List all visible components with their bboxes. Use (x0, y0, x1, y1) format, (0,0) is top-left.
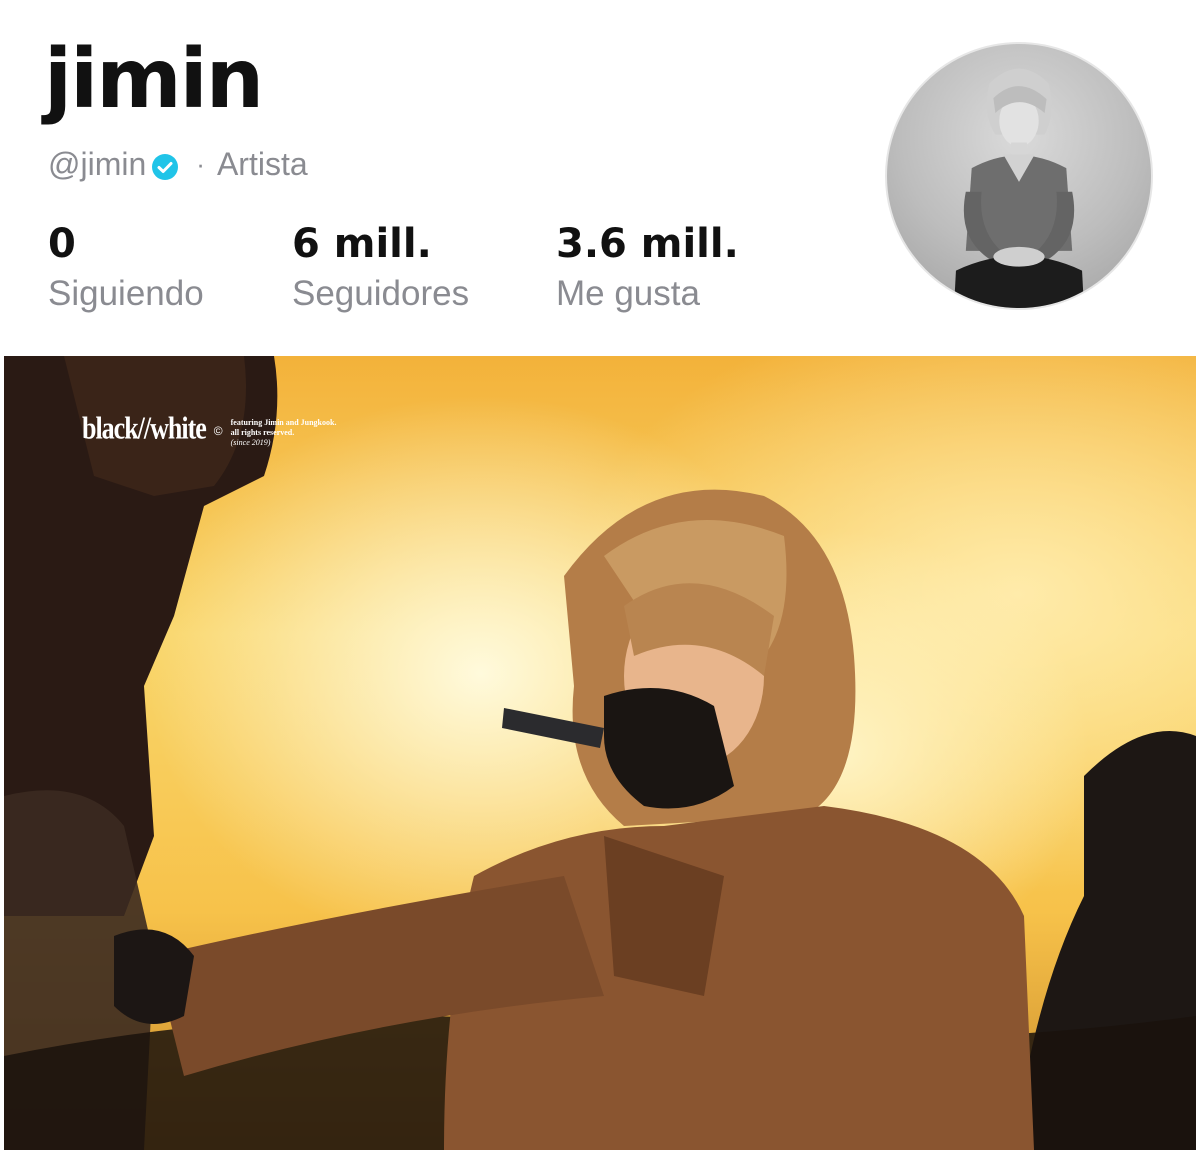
stat-likes[interactable]: 3.6 mill. Me gusta (556, 218, 739, 316)
profile-stats: 0 Siguiendo 6 mill. Seguidores 3.6 mill.… (0, 218, 900, 318)
watermark-line: (since 2019) (230, 438, 271, 447)
profile-header: jimin @jimin · Artista 0 Siguiendo 6 mil… (0, 0, 1200, 352)
stat-label: Seguidores (292, 274, 470, 313)
stat-followers[interactable]: 6 mill. Seguidores (292, 218, 469, 316)
avatar-portrait-image (953, 68, 1085, 308)
separator-dot: · (196, 148, 205, 179)
verified-check-icon (152, 151, 179, 180)
profile-display-name: jimin (44, 32, 264, 127)
stat-label: Siguiendo (48, 274, 204, 313)
handle-row: @jimin · Artista (48, 142, 308, 186)
stat-value: 3.6 mill. (556, 221, 739, 267)
concert-photo-image (4, 356, 1196, 1150)
watermark-credits: featuring Jimin and Jungkook. all rights… (231, 418, 337, 448)
watermark-line: featuring Jimin and Jungkook. (230, 418, 337, 427)
profile-handle[interactable]: @jimin (48, 146, 146, 183)
watermark-logo: black//white (82, 411, 207, 446)
stat-value: 0 (48, 221, 76, 267)
stat-following[interactable]: 0 Siguiendo (48, 218, 204, 316)
stat-label: Me gusta (556, 274, 700, 313)
avatar[interactable] (885, 42, 1153, 310)
profile-category: Artista (216, 145, 308, 182)
watermark-line: all rights reserved. (230, 428, 295, 437)
post-photo[interactable]: black//white © featuring Jimin and Jungk… (4, 356, 1196, 1150)
watermark-copyright: © (213, 424, 223, 438)
stat-value: 6 mill. (292, 221, 432, 267)
photo-watermark: black//white © featuring Jimin and Jungk… (82, 411, 337, 448)
